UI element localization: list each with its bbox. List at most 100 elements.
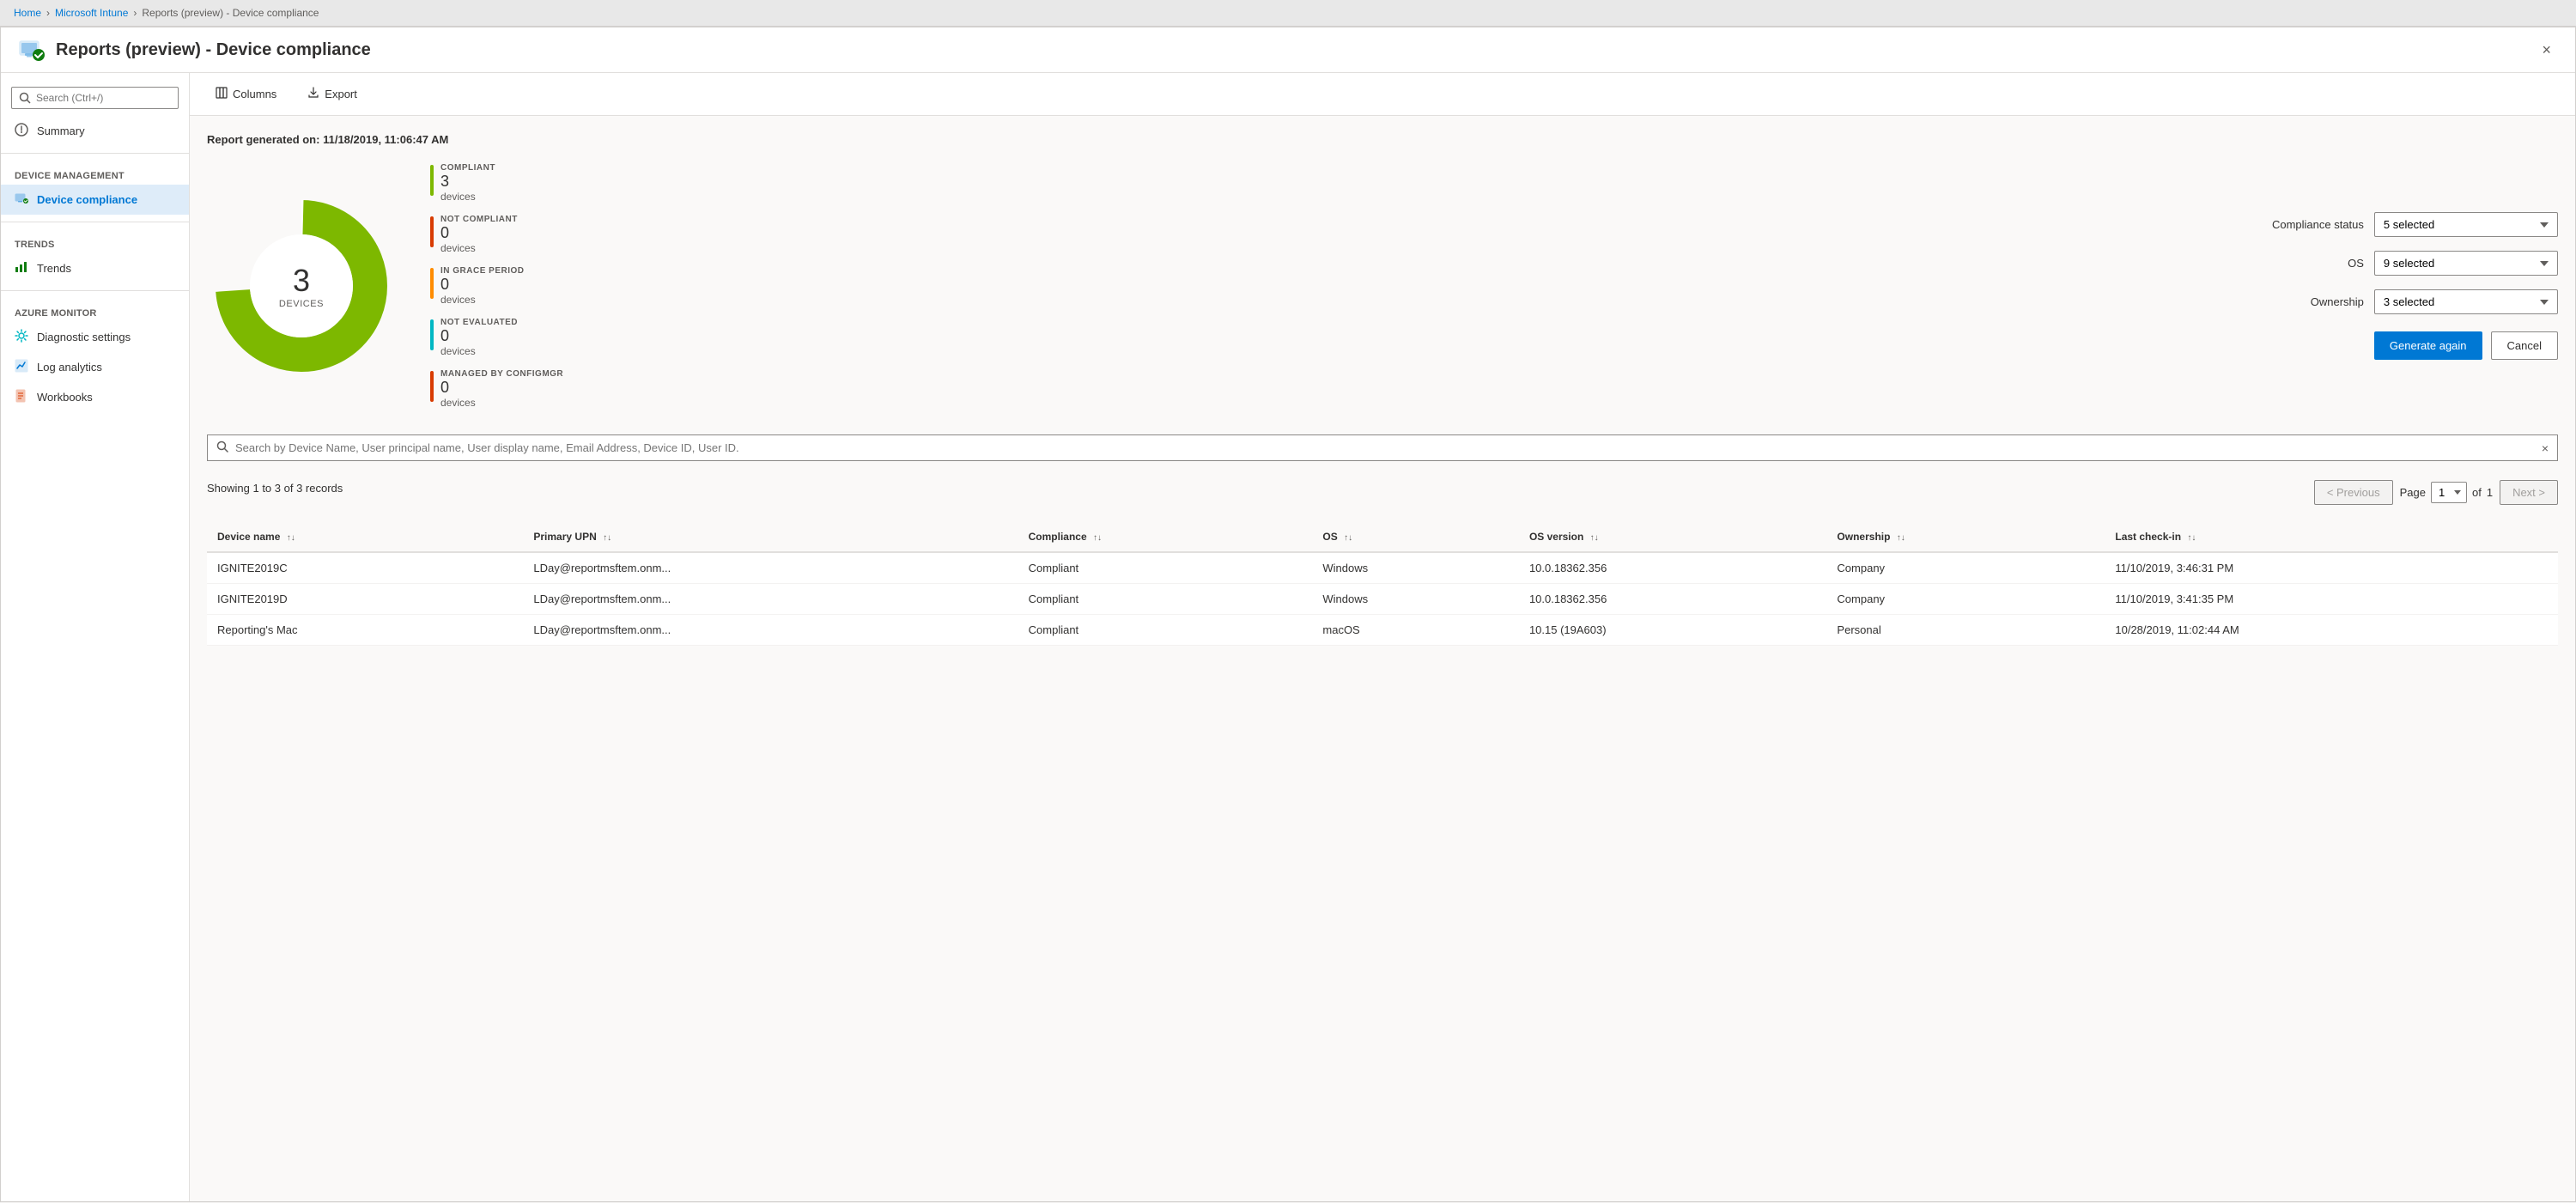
device-compliance-icon	[15, 191, 28, 208]
filters-panel: Compliance status 5 selected OS 9 select…	[2261, 212, 2558, 360]
export-button[interactable]: Export	[299, 82, 366, 106]
search-input[interactable]	[11, 87, 179, 109]
sort-icon-device-name: ↑↓	[287, 533, 295, 543]
page-label: Page	[2400, 486, 2426, 499]
cell-ownership: Company	[1826, 584, 2105, 615]
columns-icon	[216, 87, 228, 101]
records-info: Showing 1 to 3 of 3 records	[207, 482, 343, 495]
table-row[interactable]: IGNITE2019D LDay@reportmsftem.onm... Com…	[207, 584, 2558, 615]
page-title: Reports (preview) - Device compliance	[56, 40, 371, 60]
legend-item-not-compliant: NOT COMPLIANT 0 devices	[430, 215, 602, 254]
report-generated: Report generated on: 11/18/2019, 11:06:4…	[207, 133, 2558, 146]
sidebar-item-device-compliance[interactable]: Device compliance	[1, 185, 189, 215]
table-body: IGNITE2019C LDay@reportmsftem.onm... Com…	[207, 552, 2558, 646]
col-os[interactable]: OS ↑↓	[1312, 522, 1519, 552]
cell-os: macOS	[1312, 615, 1519, 646]
sidebar-item-label: Summary	[37, 125, 85, 137]
azure-monitor-label: Azure monitor	[1, 298, 189, 322]
os-select[interactable]: 9 selected	[2374, 251, 2558, 276]
export-label: Export	[325, 88, 357, 100]
cell-compliance: Compliant	[1018, 584, 1313, 615]
cell-os: Windows	[1312, 584, 1519, 615]
cell-primary-upn: LDay@reportmsftem.onm...	[523, 584, 1018, 615]
columns-label: Columns	[233, 88, 276, 100]
legend: COMPLIANT 3 devices NOT COMPLIANT 0 devi…	[430, 163, 602, 409]
search-clear-button[interactable]: ×	[2542, 441, 2549, 455]
gear-icon	[15, 329, 28, 345]
filter-row-compliance: Compliance status 5 selected	[2261, 212, 2558, 237]
sidebar-item-label: Log analytics	[37, 361, 102, 374]
device-search-input[interactable]	[235, 441, 2535, 454]
donut-label: DEVICES	[279, 299, 324, 309]
search-icon	[216, 440, 228, 455]
breadcrumb-intune[interactable]: Microsoft Intune	[55, 7, 128, 19]
sidebar-item-label: Workbooks	[37, 391, 93, 404]
bar-chart-icon	[15, 260, 28, 276]
search-section: ×	[207, 434, 2558, 461]
sidebar: Summary Device management Device complia…	[1, 73, 190, 1201]
sidebar-item-workbooks[interactable]: Workbooks	[1, 382, 189, 412]
cell-compliance: Compliant	[1018, 552, 1313, 584]
trends-label: Trends	[1, 229, 189, 253]
breadcrumb: Home › Microsoft Intune › Reports (previ…	[0, 0, 2576, 27]
sort-icon-ownership: ↑↓	[1897, 533, 1905, 543]
legend-item-compliant: COMPLIANT 3 devices	[430, 163, 602, 203]
donut-total: 3	[279, 263, 324, 299]
sidebar-item-label: Trends	[37, 262, 71, 275]
sort-icon-os: ↑↓	[1344, 533, 1352, 543]
col-ownership[interactable]: Ownership ↑↓	[1826, 522, 2105, 552]
search-bar: ×	[207, 434, 2558, 461]
main-content: Columns Export Report generated on:	[190, 73, 2575, 1201]
cell-os: Windows	[1312, 552, 1519, 584]
sidebar-item-summary[interactable]: Summary	[1, 116, 189, 146]
filter-row-os: OS 9 selected	[2261, 251, 2558, 276]
table-row[interactable]: Reporting's Mac LDay@reportmsftem.onm...…	[207, 615, 2558, 646]
ownership-label: Ownership	[2261, 295, 2364, 308]
sidebar-item-trends[interactable]: Trends	[1, 253, 189, 283]
compliance-status-label: Compliance status	[2261, 218, 2364, 231]
report-area: Report generated on: 11/18/2019, 11:06:4…	[190, 116, 2575, 663]
columns-button[interactable]: Columns	[207, 82, 285, 106]
col-last-checkin[interactable]: Last check-in ↑↓	[2105, 522, 2558, 552]
sidebar-item-diagnostic-settings[interactable]: Diagnostic settings	[1, 322, 189, 352]
sort-icon-last-checkin: ↑↓	[2187, 533, 2196, 543]
breadcrumb-home[interactable]: Home	[14, 7, 41, 19]
export-icon	[307, 87, 319, 101]
os-label: OS	[2261, 257, 2364, 270]
col-os-version[interactable]: OS version ↑↓	[1519, 522, 1826, 552]
col-primary-upn[interactable]: Primary UPN ↑↓	[523, 522, 1018, 552]
generate-again-button[interactable]: Generate again	[2374, 331, 2482, 360]
cancel-button[interactable]: Cancel	[2491, 331, 2558, 360]
page-header: Reports (preview) - Device compliance ×	[1, 27, 2575, 73]
summary-icon	[15, 123, 28, 139]
cell-primary-upn: LDay@reportmsftem.onm...	[523, 615, 1018, 646]
legend-item-not-evaluated: NOT EVALUATED 0 devices	[430, 318, 602, 357]
breadcrumb-current: Reports (preview) - Device compliance	[142, 7, 319, 19]
col-device-name[interactable]: Device name ↑↓	[207, 522, 523, 552]
legend-item-configmgr: MANAGED BY CONFIGMGR 0 devices	[430, 369, 602, 409]
next-button[interactable]: Next >	[2500, 480, 2558, 505]
close-button[interactable]: ×	[2535, 38, 2558, 63]
pagination: < Previous Page 1 of 1 Next >	[2314, 470, 2558, 515]
cell-ownership: Personal	[1826, 615, 2105, 646]
cell-device-name: IGNITE2019D	[207, 584, 523, 615]
page-icon	[18, 36, 46, 64]
compliance-status-select[interactable]: 5 selected	[2374, 212, 2558, 237]
donut-chart: 3 DEVICES	[207, 191, 396, 380]
cell-os-version: 10.0.18362.356	[1519, 552, 1826, 584]
previous-button[interactable]: < Previous	[2314, 480, 2393, 505]
table-row[interactable]: IGNITE2019C LDay@reportmsftem.onm... Com…	[207, 552, 2558, 584]
sidebar-item-log-analytics[interactable]: Log analytics	[1, 352, 189, 382]
page-select[interactable]: 1	[2431, 482, 2467, 503]
col-compliance[interactable]: Compliance ↑↓	[1018, 522, 1313, 552]
filter-row-ownership: Ownership 3 selected	[2261, 289, 2558, 314]
cell-os-version: 10.15 (19A603)	[1519, 615, 1826, 646]
cell-last-checkin: 11/10/2019, 3:46:31 PM	[2105, 552, 2558, 584]
chart-section: 3 DEVICES COMPLIANT 3 devices	[207, 163, 2558, 409]
of-label: of	[2472, 486, 2482, 499]
book-icon	[15, 389, 28, 405]
data-table: Device name ↑↓ Primary UPN ↑↓ Compliance…	[207, 522, 2558, 646]
sidebar-item-label: Diagnostic settings	[37, 331, 131, 343]
analytics-icon	[15, 359, 28, 375]
ownership-select[interactable]: 3 selected	[2374, 289, 2558, 314]
